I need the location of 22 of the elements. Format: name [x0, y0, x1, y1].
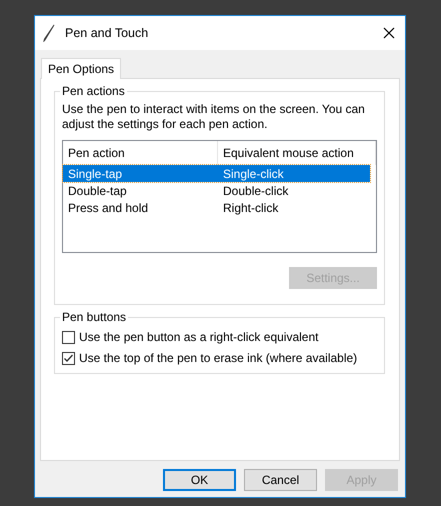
checkbox[interactable]	[62, 330, 75, 344]
dialog-button[interactable]: Cancel	[244, 469, 317, 491]
group-title: Pen actions	[60, 84, 127, 98]
checkbox-label: Use the pen button as a right-click equivalent	[79, 330, 318, 344]
checkbox[interactable]	[62, 352, 75, 364]
dialog-button[interactable]: OK	[163, 469, 236, 491]
group-title: Pen buttons	[60, 310, 128, 324]
description-text: Use the pen to interact with items on the screen. You can adjust the settings for each pen action.	[62, 102, 366, 132]
table-cell-text: Right-click	[222, 200, 280, 214]
close-icon[interactable]	[383, 27, 395, 39]
table-cell-text: Press and hold	[67, 200, 150, 214]
table-cell-text: Single-tap	[67, 166, 124, 180]
tab[interactable]: Pen Options	[41, 58, 122, 79]
pen-icon	[43, 24, 55, 42]
list-row[interactable]: Press and hold Right-click	[63, 199, 370, 216]
table-cell-text: Double-tap	[67, 184, 128, 198]
table-cell-text: Double-click	[222, 184, 290, 198]
list-row[interactable]: Double-tap Double-click	[63, 182, 370, 199]
checkbox-label: Use the top of the pen to erase ink (where available)	[79, 351, 358, 365]
table-cell-text: Single-click	[222, 166, 285, 180]
list-row[interactable]: Single-tap Single-click	[63, 165, 370, 182]
window-title: Pen and Touch	[65, 26, 150, 40]
